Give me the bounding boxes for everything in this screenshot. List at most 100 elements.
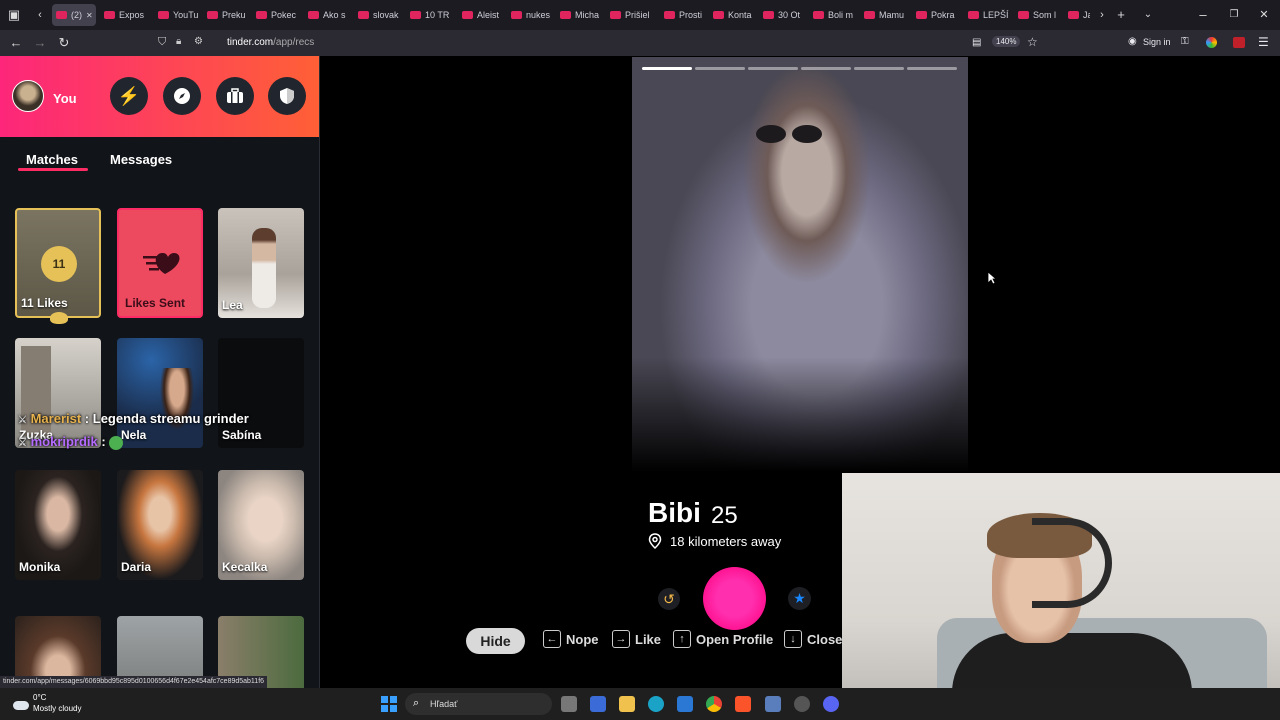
tab-label: Boli m — [828, 10, 854, 20]
shortcut-close: ↓ Close — [784, 630, 842, 648]
notepad-icon[interactable] — [765, 696, 781, 712]
back-icon[interactable]: ← — [8, 35, 24, 51]
extension-color-icon[interactable] — [1206, 37, 1217, 48]
browser-tab[interactable]: (2) ✕ — [52, 4, 96, 26]
shortcut-close-label: Close — [807, 631, 843, 647]
settings-icon[interactable] — [794, 696, 810, 712]
taskbar-search[interactable]: ⌕ Hľadať — [405, 693, 552, 715]
bookmark-star-icon[interactable]: ☆ — [1027, 35, 1038, 49]
browser-tab[interactable]: 10 TR — [406, 4, 454, 26]
close-tab-icon[interactable]: ✕ — [86, 11, 93, 20]
extension-badge-icon[interactable] — [1233, 37, 1245, 48]
shortcut-nope-label: Nope — [566, 631, 599, 647]
match-name: Daria — [121, 560, 152, 574]
like-button[interactable] — [703, 567, 766, 630]
down-arrow-key-icon: ↓ — [784, 630, 802, 648]
compass-icon — [174, 88, 190, 104]
task-view-icon[interactable] — [561, 696, 577, 712]
edge-icon[interactable] — [648, 696, 664, 712]
chat-message: ⚔ Marerist : Legenda streamu grinder — [18, 411, 318, 426]
tab-label: Mamu — [879, 10, 905, 20]
match-card[interactable]: Kecalka — [218, 470, 304, 580]
sign-in-link[interactable]: Sign in — [1143, 37, 1171, 47]
browser-tab[interactable]: Expos — [100, 4, 150, 26]
gold-heart-icon — [50, 312, 68, 324]
discord-icon[interactable] — [823, 696, 839, 712]
browser-tab[interactable]: Preku — [203, 4, 249, 26]
likes-sent-card[interactable]: Likes Sent — [117, 208, 203, 318]
new-tab-icon[interactable]: + — [1113, 7, 1129, 23]
browser-tab[interactable]: Konta — [709, 4, 755, 26]
weather-condition: Mostly cloudy — [33, 704, 82, 713]
rewind-button[interactable]: ↺ — [658, 588, 680, 610]
tab-label: Pokra — [931, 10, 955, 20]
browser-tab[interactable]: Ako s — [304, 4, 350, 26]
tab-favicon-icon — [256, 11, 267, 19]
browser-tab[interactable]: slovak — [354, 4, 402, 26]
start-button[interactable] — [381, 696, 397, 712]
active-tab-underline — [18, 168, 88, 171]
super-like-button[interactable]: ★ — [788, 587, 811, 610]
zoom-level[interactable]: 140% — [992, 36, 1021, 47]
browser-tab[interactable]: Mamu — [860, 4, 908, 26]
tab-scroll-right-icon[interactable]: › — [1094, 7, 1110, 23]
tab-favicon-icon — [1068, 11, 1079, 19]
tab-messages[interactable]: Messages — [110, 152, 172, 167]
boost-button[interactable]: ⚡ — [110, 77, 148, 115]
list-tabs-icon[interactable]: ⌄ — [1140, 7, 1156, 23]
address-bar[interactable]: ⛉ 🔒︎ ⚙ tinder.com/app/recs — [156, 35, 956, 52]
lock-icon[interactable]: 🔒︎ — [176, 36, 181, 47]
tab-scroll-left-icon[interactable]: ‹ — [32, 7, 48, 23]
menu-icon[interactable]: ☰ — [1258, 35, 1269, 49]
browser-tab[interactable]: Aleist — [458, 4, 504, 26]
right-arrow-key-icon: → — [612, 630, 630, 648]
likes-you-card[interactable]: 11 11 Likes — [15, 208, 101, 318]
browser-tab[interactable]: Ja — [1064, 4, 1090, 26]
avatar[interactable] — [12, 80, 44, 112]
browser-tab[interactable]: LEPŠÍ — [964, 4, 1010, 26]
permissions-icon[interactable]: ⚙ — [194, 36, 203, 47]
forward-icon[interactable]: → — [32, 35, 48, 51]
match-card[interactable]: Daria — [117, 470, 203, 580]
store-icon[interactable] — [590, 696, 606, 712]
browser-tab[interactable]: Boli m — [809, 4, 857, 26]
browser-tab[interactable]: 30 Ot — [759, 4, 805, 26]
weather-icon[interactable] — [11, 695, 31, 711]
tab-label: YouTu — [173, 10, 199, 20]
safety-button[interactable] — [268, 77, 306, 115]
tab-overview-icon[interactable]: ▣ — [6, 7, 22, 23]
work-mode-button[interactable] — [216, 77, 254, 115]
explore-button[interactable] — [163, 77, 201, 115]
weather-temp: 0°C — [33, 693, 47, 702]
chrome-icon[interactable] — [706, 696, 722, 712]
tab-matches[interactable]: Matches — [26, 152, 78, 167]
profile-photo[interactable] — [632, 57, 968, 472]
restore-icon[interactable]: ❐ — [1226, 7, 1242, 23]
tab-favicon-icon — [511, 11, 522, 19]
browser-tab[interactable]: Micha — [556, 4, 602, 26]
you-label[interactable]: You — [53, 91, 77, 106]
tracking-shield-icon[interactable]: ⛉ — [158, 36, 166, 49]
browser-tab[interactable]: Prišiel — [606, 4, 656, 26]
tab-favicon-icon — [664, 11, 675, 19]
account-icon[interactable]: ◉ — [1128, 36, 1137, 47]
browser-tab[interactable]: Som l — [1014, 4, 1060, 26]
browser-tab[interactable]: YouTu — [154, 4, 200, 26]
file-explorer-icon[interactable] — [619, 696, 635, 712]
brave-icon[interactable] — [735, 696, 751, 712]
browser-tab[interactable]: Pokec — [252, 4, 298, 26]
browser-tab[interactable]: Pokra — [912, 4, 960, 26]
browser-tab[interactable]: nukes — [507, 4, 553, 26]
reader-view-icon[interactable]: ▤ — [972, 37, 981, 48]
minimize-icon[interactable]: – — [1195, 7, 1211, 23]
hide-shortcuts-button[interactable]: Hide — [466, 628, 525, 654]
windows-taskbar: 0°C Mostly cloudy ⌕ Hľadať — [0, 688, 1280, 720]
extensions-icon[interactable]: ⚿ — [1181, 36, 1189, 47]
photos-icon[interactable] — [677, 696, 693, 712]
match-card[interactable]: Monika — [15, 470, 101, 580]
reload-icon[interactable]: ↻ — [56, 35, 72, 51]
browser-tab[interactable]: Prosti — [660, 4, 706, 26]
tab-favicon-icon — [462, 11, 473, 19]
close-window-icon[interactable]: ✕ — [1256, 7, 1272, 23]
match-card[interactable]: Lea — [218, 208, 304, 318]
